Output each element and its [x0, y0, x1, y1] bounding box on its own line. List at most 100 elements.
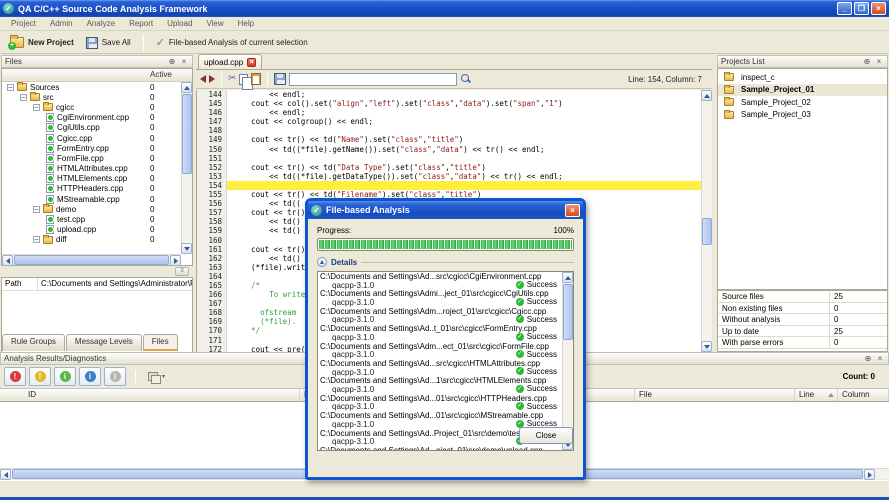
column-header-line[interactable]: Line: [795, 389, 838, 401]
expand-collapse-icon[interactable]: –: [7, 84, 14, 91]
scroll-thumb[interactable]: [182, 94, 192, 174]
pin-icon[interactable]: ⊕: [167, 57, 177, 67]
restore-button[interactable]: ❐: [854, 2, 869, 15]
menu-report[interactable]: Report: [122, 17, 160, 30]
tree-column-header[interactable]: Active: [2, 69, 192, 82]
tree-item-cgicc[interactable]: –cgicc0: [2, 102, 181, 112]
close-panel-icon[interactable]: ×: [874, 57, 884, 67]
editor-vertical-scrollbar[interactable]: [701, 90, 712, 352]
scroll-right-icon[interactable]: [864, 469, 875, 480]
expand-collapse-icon[interactable]: –: [33, 236, 40, 243]
tree-item-FormFile.cpp[interactable]: FormFile.cpp0: [2, 153, 181, 163]
project-item-inspect_c[interactable]: inspect_c: [718, 71, 887, 84]
tab-upload-cpp[interactable]: upload.cpp ×: [198, 54, 262, 69]
stack-icon[interactable]: [148, 372, 159, 382]
details-list[interactable]: C:\Documents and Settings\Ad...src\cgicc…: [317, 271, 574, 451]
tree-item-MStreamable.cpp[interactable]: MStreamable.cpp0: [2, 194, 181, 204]
tree-item-CgiEnvironment.cpp[interactable]: CgiEnvironment.cpp0: [2, 113, 181, 123]
info-blue-filter-button[interactable]: i: [79, 367, 101, 386]
dialog-close-button[interactable]: Close: [519, 427, 573, 444]
status-text: Success: [527, 402, 557, 411]
copy-icon[interactable]: [239, 74, 248, 85]
save-file-icon[interactable]: [274, 73, 286, 85]
overflow-menu-button[interactable]: ≡: [175, 267, 189, 276]
menu-analyze[interactable]: Analyze: [80, 17, 122, 30]
details-scrollbar[interactable]: [562, 272, 573, 450]
inactive-filter-button[interactable]: i: [104, 367, 126, 386]
tree-item-diff[interactable]: –diff0: [2, 235, 181, 245]
tree-item-upload.cpp[interactable]: upload.cpp0: [2, 225, 181, 235]
scroll-left-icon[interactable]: [2, 255, 13, 266]
scroll-thumb[interactable]: [563, 284, 573, 340]
cut-icon[interactable]: ✂: [228, 74, 236, 84]
paste-icon[interactable]: [251, 73, 261, 85]
menu-project[interactable]: Project: [4, 17, 43, 30]
scroll-up-icon[interactable]: [701, 90, 712, 101]
new-project-button[interactable]: New Project: [4, 35, 80, 50]
minimize-button[interactable]: _: [837, 2, 852, 15]
line-number: 168: [197, 308, 227, 317]
tab-files[interactable]: Files: [143, 334, 178, 351]
pin-icon[interactable]: ⊕: [863, 354, 873, 364]
details-toggle-icon[interactable]: ▲: [317, 257, 327, 267]
tree-item-HTTPHeaders.cpp[interactable]: HTTPHeaders.cpp0: [2, 184, 181, 194]
scroll-down-icon[interactable]: [181, 243, 192, 254]
expand-collapse-icon[interactable]: –: [33, 206, 40, 213]
code-line-146: 146 << endl;: [197, 108, 701, 117]
line-number: 156: [197, 199, 227, 208]
search-icon[interactable]: [460, 73, 472, 85]
expand-collapse-icon[interactable]: –: [33, 104, 40, 111]
scroll-thumb[interactable]: [702, 218, 712, 245]
menu-upload[interactable]: Upload: [160, 17, 199, 30]
navigate-back-icon[interactable]: [200, 75, 206, 83]
scroll-down-icon[interactable]: [701, 341, 712, 352]
navigate-forward-icon[interactable]: [209, 75, 215, 83]
line-number: 147: [197, 117, 227, 126]
dialog-close-icon[interactable]: ×: [565, 204, 580, 217]
tree-horizontal-scrollbar[interactable]: [2, 254, 181, 265]
file-based-analysis-button[interactable]: ✓ File-based Analysis of current selecti…: [150, 34, 314, 51]
menu-help[interactable]: Help: [231, 17, 261, 30]
tree-item-demo[interactable]: –demo0: [2, 204, 181, 214]
scroll-up-icon[interactable]: [181, 82, 192, 93]
scroll-up-icon[interactable]: [562, 272, 573, 283]
tree-item-HTMLElements.cpp[interactable]: HTMLElements.cpp0: [2, 174, 181, 184]
project-item-Sample_Project_03[interactable]: Sample_Project_03: [718, 109, 887, 122]
pin-icon[interactable]: ⊕: [862, 57, 872, 67]
tree-item-src[interactable]: –src0: [2, 92, 181, 102]
tree-item-test.cpp[interactable]: test.cpp0: [2, 214, 181, 224]
close-button[interactable]: ×: [871, 2, 886, 15]
close-panel-icon[interactable]: ×: [875, 354, 885, 364]
editor-search-input[interactable]: [289, 73, 457, 86]
project-item-Sample_Project_02[interactable]: Sample_Project_02: [718, 96, 887, 109]
project-item-Sample_Project_01[interactable]: Sample_Project_01: [718, 84, 887, 97]
tree-vertical-scrollbar[interactable]: [181, 82, 192, 254]
tree-item-FormEntry.cpp[interactable]: FormEntry.cpp0: [2, 143, 181, 153]
tree-item-HTMLAttributes.cpp[interactable]: HTMLAttributes.cpp0: [2, 164, 181, 174]
success-check-icon: ✓: [516, 350, 524, 358]
scroll-right-icon[interactable]: [170, 255, 181, 266]
status-text: Success: [527, 280, 557, 289]
column-header-file[interactable]: File: [635, 389, 795, 401]
column-header-id[interactable]: ID: [0, 389, 300, 401]
scroll-thumb[interactable]: [14, 255, 169, 265]
info-green-filter-button[interactable]: i: [54, 367, 76, 386]
error-filter-button[interactable]: !: [4, 367, 26, 386]
menu-view[interactable]: View: [199, 17, 230, 30]
tree-item-Cgicc.cpp[interactable]: Cgicc.cpp0: [2, 133, 181, 143]
tree-item-CgiUtils.cpp[interactable]: CgiUtils.cpp0: [2, 123, 181, 133]
close-panel-icon[interactable]: ×: [179, 57, 189, 67]
scroll-left-icon[interactable]: [0, 469, 11, 480]
save-all-button[interactable]: Save All: [80, 35, 137, 51]
code-text: << td((*file).getDataType()).set("class"…: [227, 172, 701, 181]
tab-message-levels[interactable]: Message Levels: [66, 334, 142, 351]
warning-filter-button[interactable]: !: [29, 367, 51, 386]
expand-collapse-icon[interactable]: –: [20, 94, 27, 101]
analysis-result-item: C:\Documents and Settings\Ad...01\src\cg…: [318, 395, 561, 412]
tab-close-icon[interactable]: ×: [247, 58, 256, 67]
tree-item-Sources[interactable]: –Sources0: [2, 82, 181, 92]
column-header-column[interactable]: Column: [838, 389, 889, 401]
menu-admin[interactable]: Admin: [43, 17, 80, 30]
tab-rule-groups[interactable]: Rule Groups: [2, 334, 65, 351]
dropdown-arrow-icon[interactable]: ▾: [162, 373, 165, 380]
